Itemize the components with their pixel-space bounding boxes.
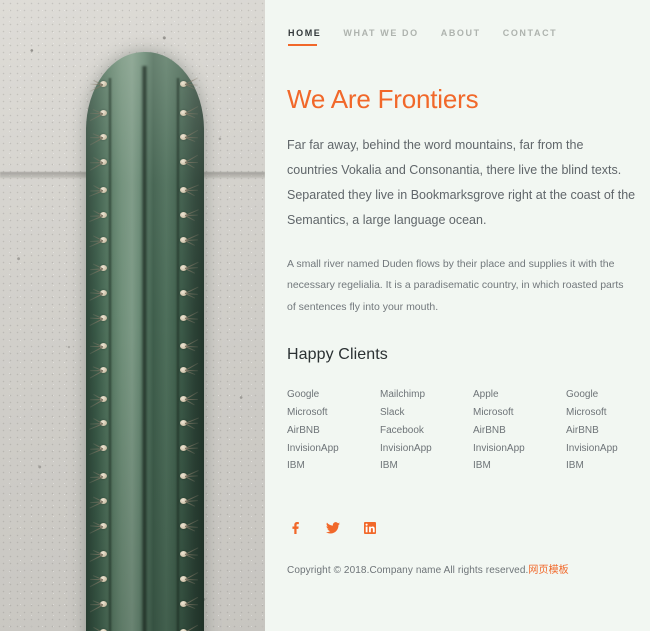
client-item[interactable]: Facebook xyxy=(380,422,473,440)
hero-photo-cactus xyxy=(0,0,265,631)
client-item[interactable]: Microsoft xyxy=(287,404,380,422)
client-item[interactable]: Apple xyxy=(473,386,566,404)
nav-item-contact[interactable]: CONTACT xyxy=(503,28,558,46)
cactus-spine xyxy=(184,267,196,274)
happy-clients-heading: Happy Clients xyxy=(287,346,388,364)
copyright-label: Copyright © 2018.Company name All rights… xyxy=(287,565,529,577)
linkedin-icon[interactable] xyxy=(363,521,377,535)
client-item[interactable]: IBM xyxy=(473,457,566,475)
page-root: HOME WHAT WE DO ABOUT CONTACT We Are Fronti… xyxy=(0,0,650,631)
cactus-spine xyxy=(184,476,196,483)
client-item[interactable]: AirBNB xyxy=(473,422,566,440)
cactus-center-rib xyxy=(141,66,148,631)
client-column: Google Microsoft AirBNB InvisionApp IBM xyxy=(566,386,650,475)
cactus-spine xyxy=(184,624,199,631)
content-panel: HOME WHAT WE DO ABOUT CONTACT We Are Fronti… xyxy=(265,0,650,631)
hero-secondary-paragraph: A small river named Duden flows by their… xyxy=(287,257,624,313)
cactus-spine xyxy=(184,501,196,508)
cactus-spine xyxy=(184,370,196,376)
hero-lead-paragraph: Far far away, behind the word mountains,… xyxy=(287,137,636,227)
nav-item-home[interactable]: HOME xyxy=(288,28,321,46)
social-links xyxy=(289,521,650,535)
copyright-link[interactable]: 网页模板 xyxy=(528,565,568,576)
cactus-spine xyxy=(89,370,104,379)
client-column: Apple Microsoft AirBNB InvisionApp IBM xyxy=(473,386,566,475)
client-item[interactable]: Google xyxy=(566,386,650,404)
client-item[interactable]: IBM xyxy=(287,457,380,475)
cactus-spine xyxy=(184,448,196,455)
client-item[interactable]: AirBNB xyxy=(287,422,380,440)
facebook-icon[interactable] xyxy=(289,521,303,535)
cactus-rib-left xyxy=(108,78,112,631)
main-navigation: HOME WHAT WE DO ABOUT CONTACT xyxy=(288,28,650,54)
client-item[interactable]: InvisionApp xyxy=(566,440,650,458)
client-item[interactable]: InvisionApp xyxy=(287,440,380,458)
cactus-spine xyxy=(184,398,195,406)
page-title: We Are Frontiers xyxy=(287,84,479,114)
nav-item-what-we-do[interactable]: WHAT WE DO xyxy=(343,28,418,46)
cactus-spine xyxy=(184,423,195,430)
client-item[interactable]: IBM xyxy=(380,457,473,475)
cactus-spine xyxy=(89,162,104,171)
nav-item-about[interactable]: ABOUT xyxy=(441,28,481,46)
cactus-body xyxy=(86,52,204,631)
client-column: Google Microsoft AirBNB InvisionApp IBM xyxy=(287,386,380,475)
client-column: Mailchimp Slack Facebook InvisionApp IBM xyxy=(380,386,473,475)
cactus-spine xyxy=(184,215,196,222)
cactus-spine xyxy=(89,137,104,146)
client-item[interactable]: Microsoft xyxy=(473,404,566,422)
client-item[interactable]: InvisionApp xyxy=(473,440,566,458)
copyright-text: Copyright © 2018.Company name All rights… xyxy=(287,561,650,576)
cactus-spine xyxy=(184,239,196,247)
cactus-spine xyxy=(184,190,195,197)
client-item[interactable]: IBM xyxy=(566,457,650,475)
cactus-spine xyxy=(184,162,195,169)
client-item[interactable]: AirBNB xyxy=(566,422,650,440)
clients-list: Google Microsoft AirBNB InvisionApp IBM Mailc… xyxy=(287,386,650,475)
client-item[interactable]: Google xyxy=(287,386,380,404)
client-item[interactable]: Microsoft xyxy=(566,404,650,422)
twitter-icon[interactable] xyxy=(326,521,340,535)
client-item[interactable]: Mailchimp xyxy=(380,386,473,404)
client-item[interactable]: Slack xyxy=(380,404,473,422)
client-item[interactable]: InvisionApp xyxy=(380,440,473,458)
